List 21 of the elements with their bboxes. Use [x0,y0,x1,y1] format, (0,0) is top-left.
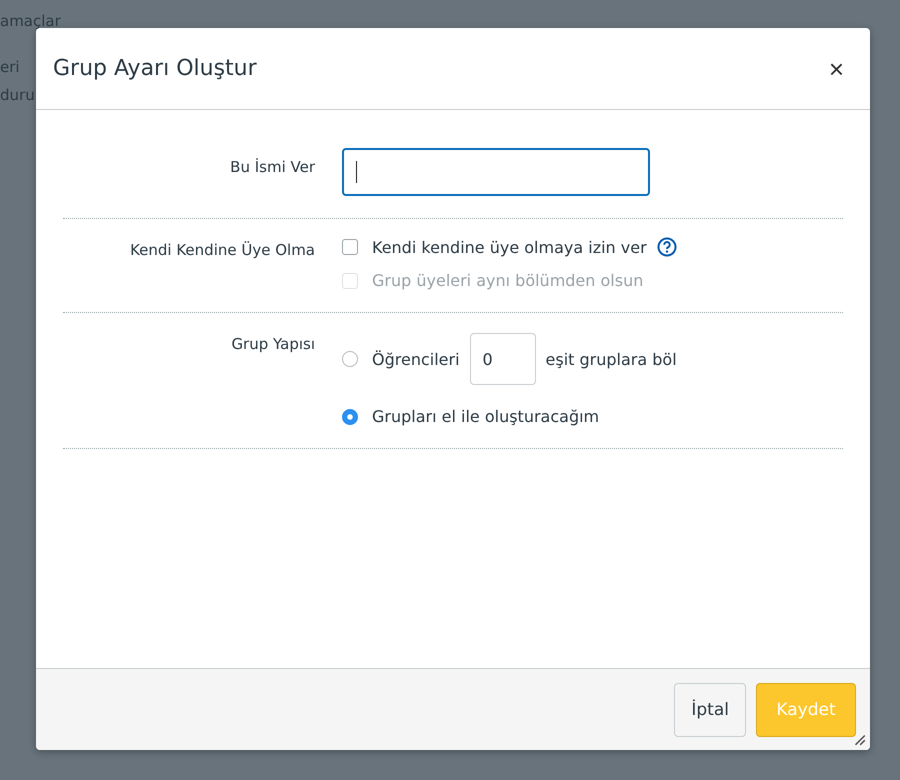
field-label: Bu İsmi Ver [229,157,315,178]
radio-button[interactable] [342,408,358,424]
radio-label: Grupları el ile oluşturacağım [372,407,600,426]
cancel-button[interactable]: İptal [674,682,746,736]
close-button[interactable]: × [824,56,848,82]
radio-button[interactable] [342,351,358,367]
checkbox-label: Kendi kendine üye olmaya izin ver [372,238,647,256]
name-input-field[interactable] [342,148,650,196]
help-icon[interactable] [656,237,677,257]
field-label: Grup Yapısı [230,334,315,355]
radio-label: eşit gruplara böl [546,350,677,368]
radio-label: Öğrencileri [372,350,460,368]
field-label: Kendi Kendine Üye Olma [129,240,315,261]
group-count-field[interactable]: 0 [470,333,536,385]
resize-handle-icon[interactable] [852,732,866,746]
dialog-title: Grup Ayarı Oluştur [53,56,257,81]
background-text: eri [0,58,20,76]
background-text: duru [0,86,35,104]
checkbox[interactable] [342,239,358,255]
background-text: amaçlar [0,12,61,30]
checkbox-label: Grup üyeleri aynı bölümden olsun [372,271,644,290]
